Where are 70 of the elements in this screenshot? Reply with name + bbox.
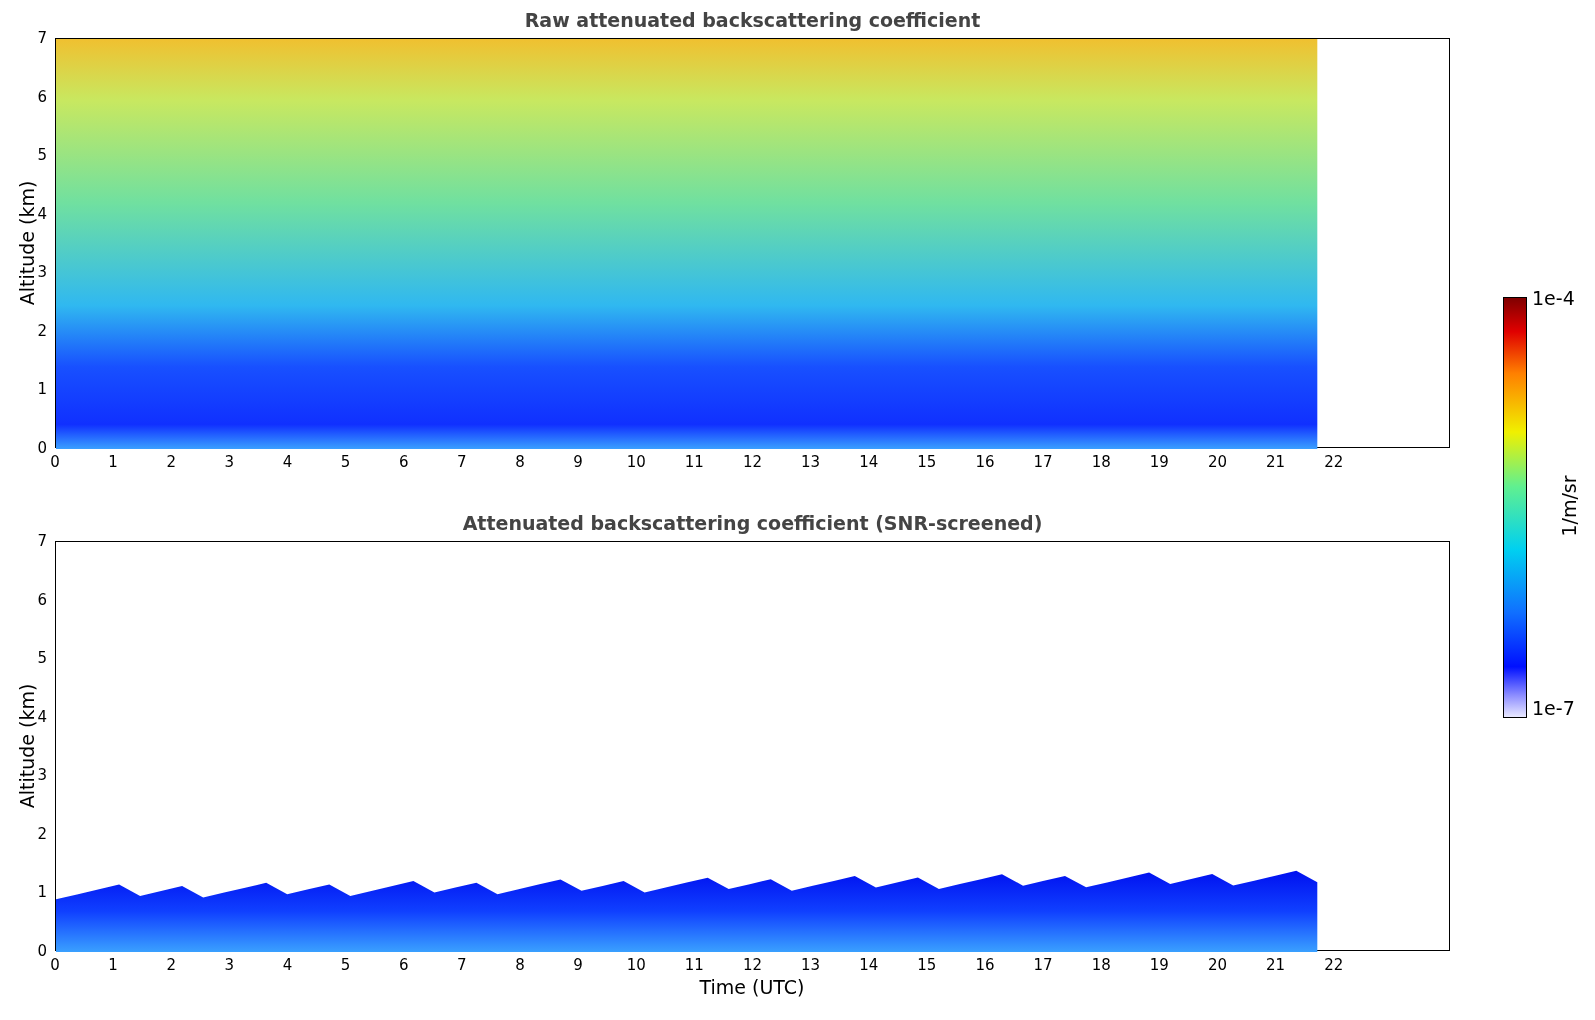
x-tick-label: 15 [916,957,938,973]
y-tick-label: 6 [36,88,47,105]
x-tick-label: 17 [1032,957,1054,973]
x-tick-label: 4 [281,454,294,470]
x-tick-label: 22 [1323,454,1345,470]
x-tick-label: 11 [683,957,705,973]
x-tick-label: 3 [223,454,236,470]
x-tick-label: 20 [1206,454,1229,470]
x-tick-label: 12 [741,454,764,470]
x-tick-label: 22 [1323,957,1345,973]
x-tick-label: 2 [165,454,177,470]
x-tick-label: 6 [397,957,410,973]
y-tick-label: 3 [36,264,47,281]
x-tick-label: 17 [1032,454,1054,470]
colorbar-max-label: 1e-4 [1532,287,1575,309]
y-tick-label: 7 [36,533,47,549]
y-tick-label: 4 [36,708,47,725]
x-tick-label: 1 [107,454,119,470]
x-tick-label: 8 [514,957,526,973]
y-axis-label: Altitude (km) [15,179,38,308]
x-tick-label: 10 [625,454,647,470]
y-tick-label: 4 [36,205,47,222]
x-tick-label: 0 [49,454,61,470]
y-tick-label: 7 [36,30,47,46]
x-tick-label: 9 [572,957,584,973]
x-tick-label: 10 [625,957,647,973]
x-tick-label: 6 [397,454,410,470]
x-tick-label: 13 [800,957,822,973]
y-tick-label: 5 [36,147,47,164]
plot-title: Attenuated backscattering coefficient (SNR-screened) [461,511,1044,535]
y-tick-label: 1 [36,884,47,901]
x-tick-label: 3 [223,957,236,973]
x-tick-label: 7 [456,454,468,470]
y-tick-label: 3 [36,767,47,784]
x-tick-label: 5 [339,957,352,973]
plot-title: Raw attenuated backscattering coefficient [523,8,982,32]
x-tick-label: 14 [858,957,880,973]
x-tick-label: 21 [1265,454,1287,470]
x-tick-label: 16 [974,454,996,470]
x-tick-label: 1 [107,957,119,973]
x-tick-label: 7 [456,957,468,973]
y-axis-label: Altitude (km) [15,682,38,811]
x-tick-label: 20 [1206,957,1229,973]
x-tick-label: 2 [165,957,177,973]
x-tick-label: 8 [514,454,526,470]
x-tick-label: 11 [683,454,705,470]
y-tick-label: 0 [36,943,47,959]
x-tick-label: 19 [1148,957,1170,973]
x-tick-label: 19 [1148,454,1170,470]
x-tick-label: 4 [281,957,294,973]
y-tick-label: 2 [36,825,47,842]
y-tick-label: 1 [36,381,47,398]
x-tick-label: 16 [974,957,996,973]
x-axis-label: Time (UTC) [698,975,806,999]
colorbar-unit-label: 1/m/sr [1558,474,1580,539]
colorbar-min-label: 1e-7 [1532,697,1575,719]
y-tick-label: 5 [36,650,47,667]
x-tick-label: 18 [1090,957,1112,973]
x-tick-label: 21 [1265,957,1287,973]
x-tick-label: 14 [858,454,880,470]
x-tick-label: 15 [916,454,938,470]
x-tick-label: 13 [800,454,822,470]
y-tick-label: 0 [36,440,47,456]
x-tick-label: 18 [1090,454,1112,470]
x-tick-label: 5 [339,454,352,470]
x-tick-label: 12 [741,957,764,973]
y-tick-label: 6 [36,591,47,608]
x-tick-label: 0 [49,957,61,973]
x-tick-label: 9 [572,454,584,470]
y-tick-label: 2 [36,322,47,339]
